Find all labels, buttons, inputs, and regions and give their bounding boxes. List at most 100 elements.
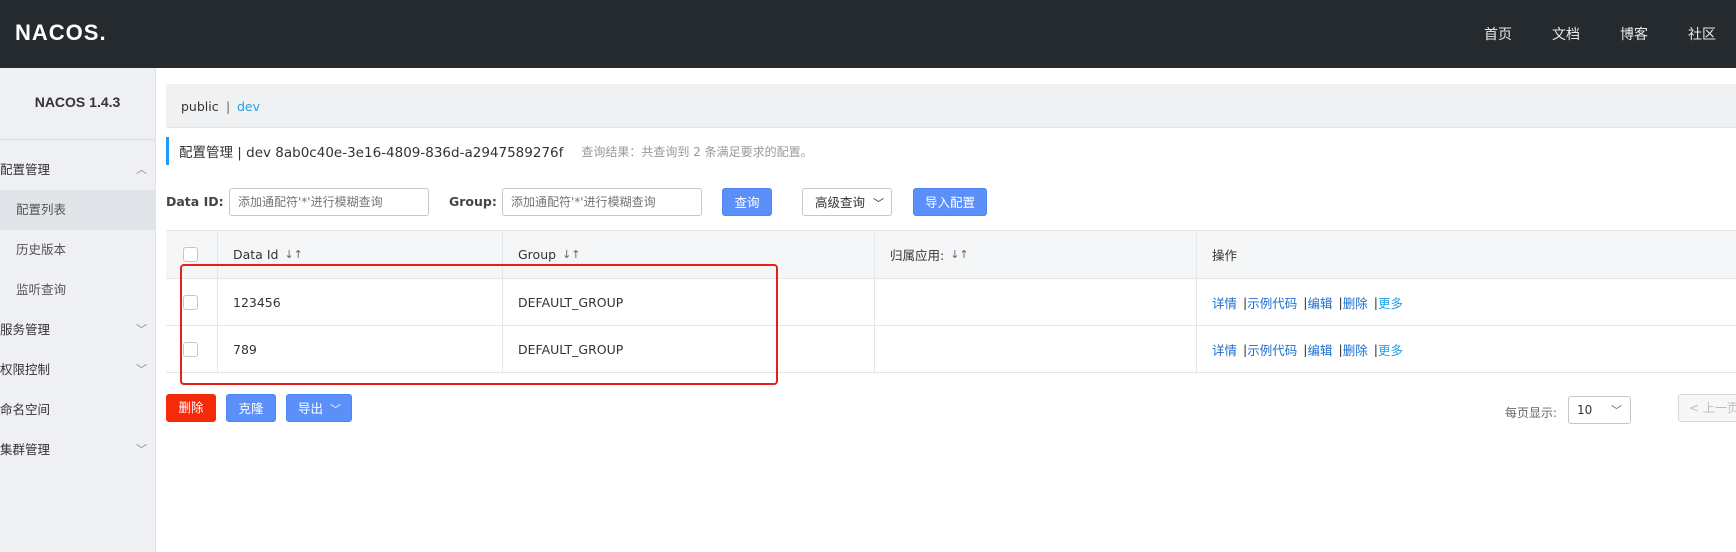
op-delete-link[interactable]: 删除	[1343, 293, 1368, 312]
nav-blog[interactable]: 博客	[1600, 24, 1668, 44]
dataid-search-input[interactable]	[229, 188, 429, 216]
column-divider	[1196, 279, 1197, 325]
sidebar-title: NACOS 1.4.3	[0, 68, 155, 140]
column-divider	[502, 231, 503, 278]
prev-page-button[interactable]: < 上一页	[1678, 394, 1736, 422]
page-size-label: 每页显示:	[1505, 406, 1558, 420]
query-result-hint: 查询结果：共查询到 2 条满足要求的配置。	[581, 144, 813, 159]
cell-dataid: 789	[233, 341, 257, 357]
sidebar-item-label: 服务管理	[0, 322, 51, 337]
row-checkbox-cell	[183, 279, 198, 325]
col-header-app[interactable]: 归属应用: ↓↑	[890, 231, 969, 278]
sidebar-item-cluster-management[interactable]: 集群管理 ﹀	[0, 430, 155, 470]
sidebar-item-access-control[interactable]: 权限控制 ﹀	[0, 350, 155, 390]
column-divider	[874, 231, 875, 278]
column-divider	[217, 231, 218, 278]
delete-button[interactable]: 删除	[166, 394, 216, 422]
group-search-input[interactable]	[502, 188, 702, 216]
namespace-separator: |	[226, 99, 231, 114]
sidebar-item-service-management[interactable]: 服务管理 ﹀	[0, 310, 155, 350]
sidebar-item-config-management[interactable]: 配置管理 ︿	[0, 150, 155, 190]
op-detail-link[interactable]: 详情	[1212, 340, 1237, 359]
search-bar: Data ID: Group: 查询 高级查询 ﹀ 导入配置	[166, 188, 1736, 216]
column-divider	[1196, 231, 1197, 278]
col-header-ops: 操作	[1212, 248, 1238, 263]
config-table: Data Id ↓↑ Group ↓↑ 归属应用: ↓↑ 操作 123456 D…	[166, 230, 1736, 373]
select-all-checkbox[interactable]	[183, 247, 198, 262]
chevron-down-icon: ﹀	[873, 197, 884, 210]
namespace-bar: public | dev	[166, 84, 1736, 128]
sort-icon[interactable]: ↓↑	[562, 248, 580, 261]
chevron-down-icon: ﹀	[330, 403, 341, 416]
op-sample-code-link[interactable]: 示例代码	[1247, 293, 1297, 312]
advanced-query-label: 高级查询	[815, 195, 866, 210]
sidebar-item-config-list[interactable]: 配置列表	[0, 190, 155, 230]
op-detail-link[interactable]: 详情	[1212, 293, 1237, 312]
cell-dataid: 123456	[233, 294, 281, 310]
query-button[interactable]: 查询	[722, 188, 772, 216]
sidebar-item-label: 集群管理	[0, 442, 51, 457]
group-label: Group:	[449, 194, 497, 209]
row-checkbox[interactable]	[183, 341, 198, 357]
op-sample-code-link[interactable]: 示例代码	[1247, 340, 1297, 359]
nacos-logo[interactable]: NACOS.	[15, 20, 107, 46]
top-nav: 首页 文档 博客 社区	[1464, 24, 1736, 44]
chevron-down-icon: ﹀	[1611, 404, 1622, 417]
namespace-dev[interactable]: dev	[237, 99, 260, 114]
op-more-link[interactable]: 更多	[1378, 293, 1403, 312]
page-title: 配置管理 | dev 8ab0c40e-3e16-4809-836d-a2947…	[179, 145, 564, 161]
column-divider	[874, 279, 875, 325]
col-header-label: Group	[518, 247, 557, 262]
sidebar-item-listener-query[interactable]: 监听查询	[0, 270, 155, 310]
column-divider	[502, 279, 503, 325]
sidebar-item-history[interactable]: 历史版本	[0, 230, 155, 270]
select-all-checkbox-cell	[183, 231, 198, 278]
chevron-down-icon: ﹀	[136, 323, 147, 336]
op-edit-link[interactable]: 编辑	[1307, 340, 1332, 359]
import-config-button[interactable]: 导入配置	[913, 188, 987, 216]
top-navbar: NACOS. 首页 文档 博客 社区	[0, 0, 1736, 68]
column-divider	[874, 326, 875, 372]
col-header-label: Data Id	[233, 247, 279, 262]
cell-ops: 详情 | 示例代码 | 编辑 | 删除 | 更多	[1212, 279, 1403, 325]
op-edit-link[interactable]: 编辑	[1307, 293, 1332, 312]
sidebar-item-label: 命名空间	[0, 402, 51, 417]
export-label: 导出	[298, 401, 324, 416]
sidebar-item-label: 权限控制	[0, 362, 51, 377]
chevron-down-icon: ﹀	[136, 363, 147, 376]
col-header-label: 归属应用:	[890, 248, 945, 263]
sort-icon[interactable]: ↓↑	[284, 248, 302, 261]
chevron-up-icon: ︿	[136, 163, 147, 176]
sidebar: NACOS 1.4.3 配置管理 ︿ 配置列表 历史版本 监听查询 服务管理 ﹀…	[0, 68, 156, 552]
row-checkbox-cell	[183, 326, 198, 372]
table-header: Data Id ↓↑ Group ↓↑ 归属应用: ↓↑ 操作	[166, 231, 1736, 279]
nav-home[interactable]: 首页	[1464, 24, 1532, 44]
namespace-public[interactable]: public	[181, 99, 219, 114]
cell-ops: 详情 | 示例代码 | 编辑 | 删除 | 更多	[1212, 326, 1403, 372]
sort-icon[interactable]: ↓↑	[950, 248, 968, 261]
sidebar-item-label: 监听查询	[16, 282, 67, 297]
column-divider	[217, 326, 218, 372]
page-title-row: 配置管理 | dev 8ab0c40e-3e16-4809-836d-a2947…	[166, 137, 813, 165]
table-row: 123456 DEFAULT_GROUP 详情 | 示例代码 | 编辑 | 删除…	[166, 279, 1736, 326]
column-divider	[1196, 326, 1197, 372]
row-checkbox[interactable]	[183, 294, 198, 310]
col-header-dataid[interactable]: Data Id ↓↑	[233, 231, 303, 278]
sidebar-item-label: 配置列表	[16, 202, 67, 217]
sidebar-item-namespace[interactable]: 命名空间	[0, 390, 155, 430]
page-size-select[interactable]: 10 ﹀	[1568, 396, 1631, 424]
clone-button[interactable]: 克隆	[226, 394, 276, 422]
export-button[interactable]: 导出 ﹀	[286, 394, 352, 422]
column-divider	[217, 279, 218, 325]
col-header-group[interactable]: Group ↓↑	[518, 231, 581, 278]
op-delete-link[interactable]: 删除	[1343, 340, 1368, 359]
sidebar-item-label: 配置管理	[0, 162, 51, 177]
advanced-query-button[interactable]: 高级查询 ﹀	[802, 188, 892, 216]
cell-group: DEFAULT_GROUP	[518, 294, 624, 310]
column-divider	[502, 326, 503, 372]
dataid-label: Data ID:	[166, 194, 224, 209]
nav-community[interactable]: 社区	[1668, 24, 1736, 44]
nav-docs[interactable]: 文档	[1532, 24, 1600, 44]
chevron-down-icon: ﹀	[136, 443, 147, 456]
op-more-link[interactable]: 更多	[1378, 340, 1403, 359]
